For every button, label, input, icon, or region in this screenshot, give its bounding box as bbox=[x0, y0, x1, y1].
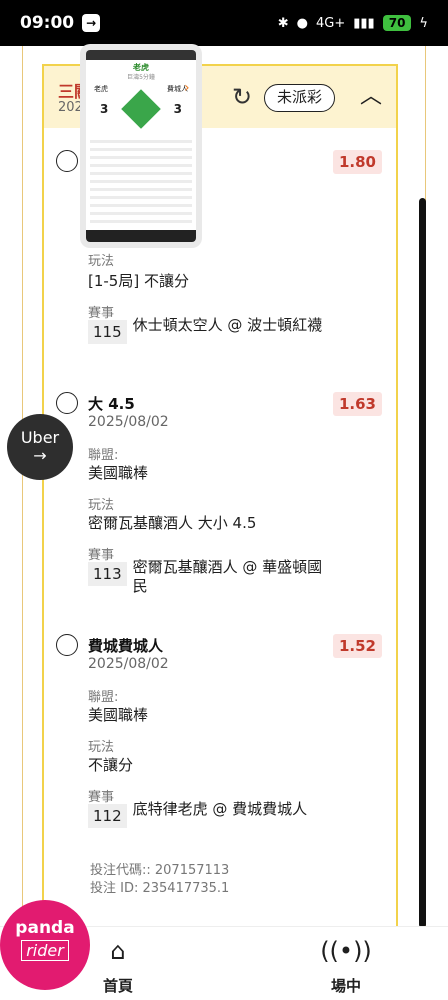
status-time: 09:00 bbox=[20, 13, 75, 33]
bet-date-2: 2025/08/02 bbox=[88, 414, 169, 430]
league-value-2: 美國職棒 bbox=[88, 464, 149, 482]
league-label-3: 聯盟: bbox=[88, 690, 119, 705]
event-name-2: 密爾瓦基釀酒人 @ 華盛頓國民 bbox=[132, 558, 323, 595]
play-value-3: 不讓分 bbox=[88, 756, 134, 774]
uber-label: Uber bbox=[20, 428, 60, 447]
bet-radio-1[interactable] bbox=[56, 150, 78, 172]
play-label-2: 玩法 bbox=[88, 498, 115, 513]
chevron-up-icon[interactable]: ︿ bbox=[356, 82, 386, 112]
popup-footer bbox=[86, 230, 196, 242]
popup-right-score: 3 bbox=[173, 102, 182, 116]
play-label-1: 玩法 bbox=[88, 254, 115, 269]
event-number-2: 113 bbox=[88, 562, 127, 586]
location-icon: ● bbox=[296, 15, 308, 31]
scrollbar[interactable] bbox=[419, 198, 426, 928]
popup-subtitle: 巨濤5分鐘 bbox=[127, 74, 155, 81]
bet-codes: 投注代碼:: 207157113 投注 ID: 235417735.1 bbox=[90, 862, 229, 898]
event-row-1: 115 休士頓太空人 @ 波士頓紅襪 bbox=[88, 316, 338, 344]
network-label: 4G+ bbox=[316, 15, 346, 31]
nav-live-label: 場中 bbox=[330, 977, 361, 995]
event-row-3: 112 底特律老虎 @ 費城費城人 bbox=[88, 800, 338, 828]
status-icons: ✱ ● 4G+ ▮▮▮ 70 ϟ bbox=[278, 15, 428, 31]
event-number-3: 112 bbox=[88, 804, 127, 828]
bet-code: 投注代碼:: 207157113 bbox=[90, 863, 230, 878]
bet-name-2: 大 4.5 bbox=[88, 395, 135, 413]
nav-home-label: 首頁 bbox=[102, 977, 133, 995]
popup-stats bbox=[90, 140, 192, 228]
popup-chevron-right-icon[interactable]: › bbox=[184, 80, 190, 96]
event-row-2: 113 密爾瓦基釀酒人 @ 華盛頓國民 bbox=[88, 558, 338, 596]
bet-date-3: 2025/08/02 bbox=[88, 656, 169, 672]
bet-name-3: 費城費城人 bbox=[88, 637, 164, 655]
odds-badge-1: 1.80 bbox=[332, 150, 382, 174]
league-value-3: 美國職棒 bbox=[88, 706, 149, 724]
battery-indicator: 70 bbox=[382, 15, 412, 31]
popup-content: 老虎 巨濤5分鐘 老虎 費城人 3 3 bbox=[86, 50, 196, 242]
odds-badge-3: 1.52 bbox=[332, 634, 382, 658]
home-icon: ⌂ bbox=[110, 937, 126, 965]
bet-item-2[interactable]: 大 4.5 2025/08/02 1.63 聯盟: 美國職棒 玩法 密爾瓦基釀酒… bbox=[56, 392, 386, 612]
baseball-diamond-icon bbox=[121, 89, 161, 129]
bet-radio-3[interactable] bbox=[56, 634, 78, 656]
live-broadcast-icon: ((•)) bbox=[320, 937, 372, 965]
refresh-icon[interactable]: ↻ bbox=[228, 83, 256, 111]
nav-item-live[interactable]: ((•)) 場中 bbox=[306, 937, 386, 996]
nav-item-home[interactable]: ⌂ 首頁 bbox=[78, 937, 158, 996]
bet-id: 投注 ID: 235417735.1 bbox=[90, 881, 230, 896]
odds-badge-2: 1.63 bbox=[332, 392, 382, 416]
arrow-right-icon: → bbox=[33, 446, 47, 465]
status-badge: 未派彩 bbox=[264, 84, 336, 112]
event-name-3: 底特律老虎 @ 費城費城人 bbox=[132, 800, 308, 818]
bluetooth-icon: ✱ bbox=[277, 15, 289, 31]
panda-label: panda bbox=[15, 918, 75, 938]
bet-item-3[interactable]: 費城費城人 2025/08/02 1.52 聯盟: 美國職棒 玩法 不讓分 賽事… bbox=[56, 634, 386, 834]
play-value-1: [1-5局] 不讓分 bbox=[88, 272, 189, 290]
uber-floating-button[interactable]: Uber → bbox=[7, 414, 73, 480]
popup-left-team: 老虎 bbox=[94, 85, 108, 93]
event-name-1: 休士頓太空人 @ 波士頓紅襪 bbox=[132, 316, 323, 334]
bet-radio-2[interactable] bbox=[56, 392, 78, 414]
play-label-3: 玩法 bbox=[88, 740, 115, 755]
status-bar: 09:00 → ✱ ● 4G+ ▮▮▮ 70 ϟ bbox=[0, 0, 448, 46]
notification-app-icon: → bbox=[82, 14, 101, 32]
play-value-2: 密爾瓦基釀酒人 大小 4.5 bbox=[88, 514, 257, 532]
rider-label: rider bbox=[21, 940, 69, 961]
charging-icon: ϟ bbox=[419, 15, 428, 31]
event-number-1: 115 bbox=[88, 320, 127, 344]
panda-rider-bubble[interactable]: panda rider bbox=[0, 900, 90, 990]
league-label-2: 聯盟: bbox=[88, 448, 119, 463]
popup-left-score: 3 bbox=[100, 102, 109, 116]
live-game-popup[interactable]: 老虎 巨濤5分鐘 老虎 費城人 3 3 bbox=[80, 44, 202, 248]
signal-icon: ▮▮▮ bbox=[353, 15, 375, 31]
